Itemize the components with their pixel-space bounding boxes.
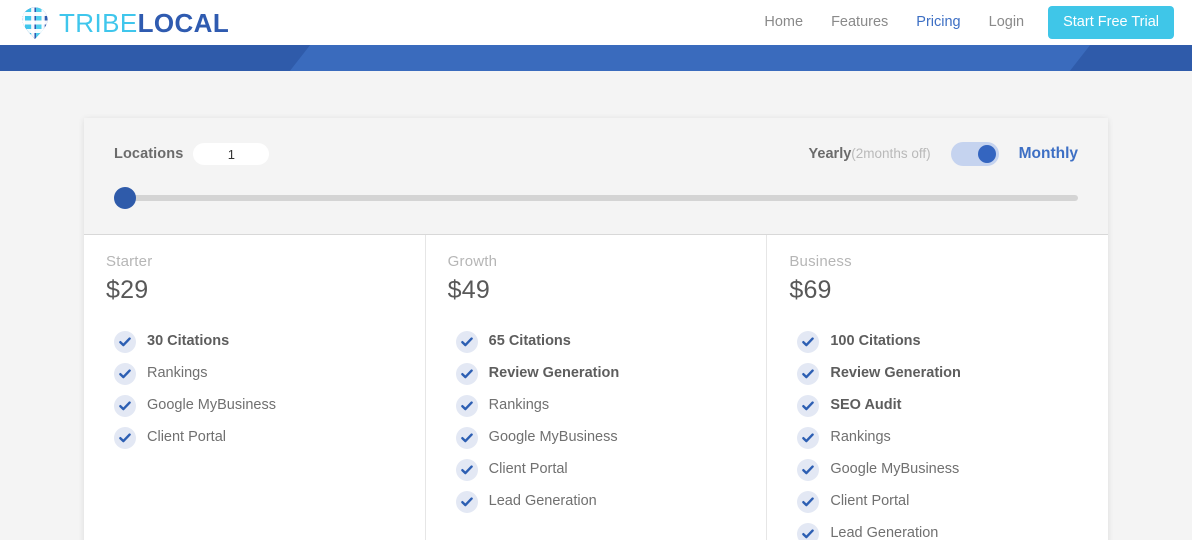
- nav-item-features[interactable]: Features: [817, 0, 902, 45]
- plan-feature-item: Client Portal: [789, 491, 1086, 513]
- pricing-controls-row: Locations Yearly(2months off) Monthly: [114, 140, 1078, 168]
- check-icon: [114, 331, 136, 353]
- plan-feature-item: Review Generation: [789, 363, 1086, 385]
- locations-label: Locations: [114, 146, 184, 162]
- plan-feature-item: Google MyBusiness: [789, 459, 1086, 481]
- plan-feature-list: 30 Citations Rankings Google MyBusiness …: [106, 331, 403, 449]
- plan-feature-item: Rankings: [448, 395, 745, 417]
- slider-track: [122, 195, 1078, 201]
- locations-group: Locations: [114, 143, 270, 165]
- plan-column-growth: Growth $49 65 Citations Review Generatio…: [424, 235, 767, 540]
- slider-handle[interactable]: [114, 187, 136, 209]
- plan-column-starter: Starter $29 30 Citations Rankings Google…: [84, 235, 425, 540]
- plan-feature-label: SEO Audit: [830, 397, 902, 414]
- plan-feature-list: 100 Citations Review Generation SEO Audi…: [789, 331, 1086, 540]
- plan-feature-label: Lead Generation: [488, 493, 597, 510]
- check-icon: [455, 395, 478, 417]
- plan-grid: Starter $29 30 Citations Rankings Google…: [84, 235, 1108, 540]
- plan-feature-item: Rankings: [789, 427, 1086, 449]
- plan-feature-label: Client Portal: [488, 461, 568, 478]
- plan-name: Starter: [106, 253, 153, 270]
- check-icon: [797, 363, 820, 385]
- plan-feature-item: Client Portal: [448, 459, 745, 481]
- check-icon: [797, 395, 820, 417]
- banner-diagonal-accent: [289, 45, 1091, 71]
- plan-feature-label: 65 Citations: [488, 333, 571, 350]
- plan-name: Business: [789, 253, 852, 270]
- check-icon: [455, 491, 478, 513]
- locations-input[interactable]: [193, 143, 270, 165]
- plan-feature-item: Review Generation: [448, 363, 745, 385]
- plan-price: $29: [106, 276, 149, 304]
- plan-feature-label: Review Generation: [830, 365, 961, 382]
- plan-feature-label: 100 Citations: [830, 333, 921, 350]
- plan-feature-label: Google MyBusiness: [830, 461, 960, 478]
- toggle-knob: [977, 145, 996, 163]
- brand-word-two: LOCAL: [137, 7, 230, 38]
- plan-feature-item: 65 Citations: [448, 331, 745, 353]
- check-icon: [455, 331, 478, 353]
- site-header: TRIBELOCAL Home Features Pricing Login S…: [0, 0, 1192, 45]
- plan-feature-label: Google MyBusiness: [147, 397, 276, 414]
- billing-period-toggle[interactable]: [950, 142, 999, 166]
- page-banner: [0, 45, 1192, 71]
- page-body: Locations Yearly(2months off) Monthly: [0, 71, 1192, 540]
- locations-slider[interactable]: [114, 184, 1078, 210]
- plan-price: $49: [447, 276, 490, 304]
- plan-price: $69: [789, 276, 832, 304]
- brand-wordmark: TRIBELOCAL: [59, 10, 229, 36]
- billing-yearly-label: Yearly(2months off): [809, 146, 931, 162]
- plan-feature-item: Lead Generation: [448, 491, 745, 513]
- check-icon: [797, 427, 820, 449]
- plan-feature-label: Lead Generation: [830, 525, 939, 540]
- plan-feature-item: Client Portal: [106, 427, 403, 449]
- plan-feature-label: Review Generation: [488, 365, 620, 382]
- plan-feature-item: Google MyBusiness: [448, 427, 745, 449]
- plan-feature-label: Rankings: [830, 429, 891, 446]
- plan-name: Growth: [447, 253, 498, 270]
- billing-monthly-label: Monthly: [1018, 145, 1078, 162]
- plan-feature-label: Rankings: [147, 365, 208, 382]
- plan-feature-label: 30 Citations: [147, 333, 230, 350]
- check-icon: [114, 395, 136, 417]
- plan-feature-label: Client Portal: [147, 429, 226, 446]
- plan-feature-item: 30 Citations: [106, 331, 403, 353]
- check-icon: [114, 427, 136, 449]
- plan-feature-item: Rankings: [106, 363, 403, 385]
- check-icon: [797, 491, 820, 513]
- nav-item-home[interactable]: Home: [750, 0, 817, 45]
- main-navigation: Home Features Pricing Login Start Free T…: [750, 0, 1174, 45]
- plan-feature-label: Client Portal: [830, 493, 910, 510]
- pricing-controls-strip: Locations Yearly(2months off) Monthly: [84, 118, 1108, 235]
- nav-item-login[interactable]: Login: [975, 0, 1038, 45]
- check-icon: [455, 363, 478, 385]
- plan-feature-label: Google MyBusiness: [488, 429, 618, 446]
- nav-item-pricing[interactable]: Pricing: [902, 0, 974, 45]
- plan-feature-label: Rankings: [488, 397, 550, 414]
- billing-period-group: Yearly(2months off) Monthly: [809, 142, 1078, 166]
- plan-feature-item: 100 Citations: [789, 331, 1086, 353]
- globe-pin-logo-icon: [20, 6, 50, 40]
- brand-word-one: TRIBE: [59, 7, 138, 38]
- start-free-trial-button[interactable]: Start Free Trial: [1048, 5, 1174, 40]
- pricing-panel: Locations Yearly(2months off) Monthly: [84, 118, 1108, 540]
- plan-feature-item: SEO Audit: [789, 395, 1086, 417]
- plan-column-business: Business $69 100 Citations Review Genera…: [766, 235, 1108, 540]
- check-icon: [797, 331, 820, 353]
- plan-feature-list: 65 Citations Review Generation Rankings …: [448, 331, 745, 513]
- check-icon: [455, 459, 478, 481]
- billing-yearly-text: Yearly: [808, 146, 852, 162]
- check-icon: [455, 427, 478, 449]
- plan-feature-item: Lead Generation: [789, 523, 1086, 540]
- brand-logo-link[interactable]: TRIBELOCAL: [20, 6, 229, 40]
- plan-feature-item: Google MyBusiness: [106, 395, 403, 417]
- billing-yearly-discount-note: (2months off): [851, 146, 931, 161]
- check-icon: [114, 363, 136, 385]
- check-icon: [797, 523, 820, 540]
- check-icon: [797, 459, 820, 481]
